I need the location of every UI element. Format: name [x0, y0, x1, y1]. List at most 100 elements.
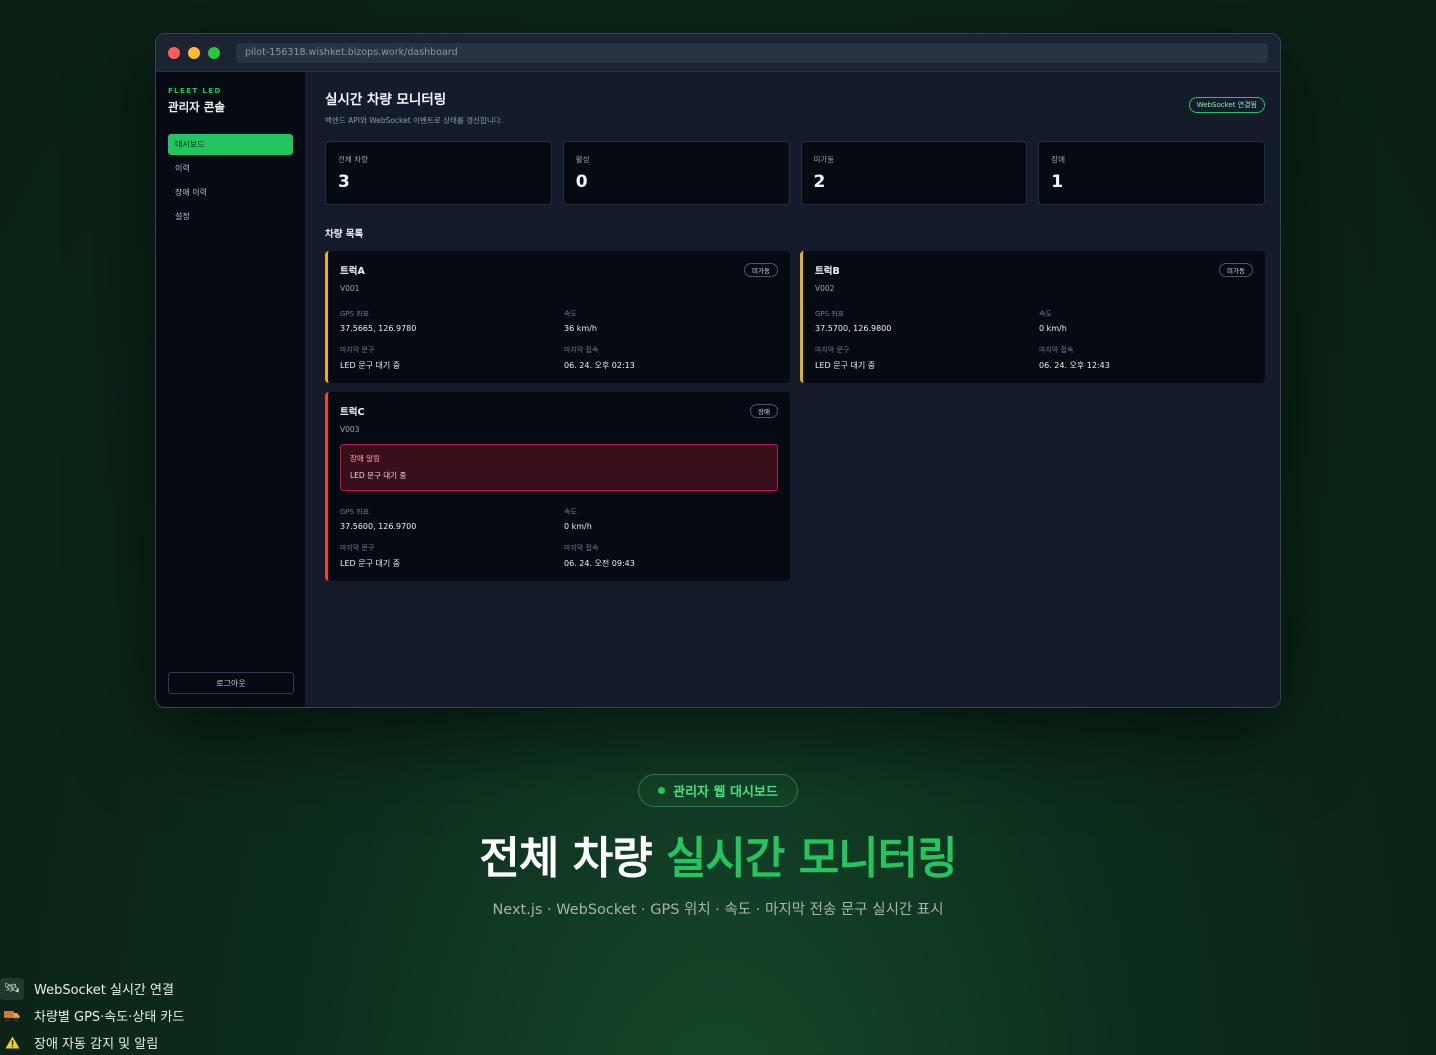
vehicle-fields: GPS 좌표 37.5700, 126.9800 속도 0 km/h 마지막 문… [815, 309, 1253, 371]
gps-field: GPS 좌표 37.5700, 126.9800 [815, 309, 1039, 333]
feature-list: 🛰 WebSocket 실시간 연결 차량별 GPS·속도·상태 카드 장애 자… [0, 975, 184, 1055]
stat-card-fault: 장애 1 [1038, 141, 1265, 205]
stat-value: 3 [338, 172, 350, 192]
last-access-label: 마지막 접속 [1039, 346, 1074, 354]
gps-value: 37.5600, 126.9700 [340, 522, 417, 531]
vehicle-card[interactable]: 트럭A V001 미가동 GPS 좌표 37.5665, 126.9780 속도… [325, 251, 790, 383]
truck-icon [0, 1005, 24, 1027]
gps-value: 37.5700, 126.9800 [815, 324, 892, 333]
last-access-value: 06. 24. 오후 02:13 [564, 361, 635, 370]
websocket-status-badge: WebSocket 연결됨 [1188, 97, 1265, 113]
address-bar[interactable]: pilot-156318.wishket.bizops.work/dashboa… [236, 42, 1268, 63]
last-message-field: 마지막 문구 LED 문구 대기 중 [815, 345, 1039, 371]
vehicle-list-title: 차량 목록 [325, 229, 364, 240]
status-dot-icon [658, 787, 666, 794]
stat-value: 2 [813, 172, 826, 192]
stat-label: 장애 [1051, 155, 1066, 164]
stat-value: 1 [1051, 172, 1064, 192]
brand-subtitle: FLEET LED [168, 87, 222, 95]
gps-label: GPS 좌표 [340, 508, 370, 516]
speed-value: 0 km/h [564, 522, 592, 531]
last-message-value: LED 문구 대기 중 [815, 361, 876, 370]
stat-value: 0 [575, 172, 588, 192]
last-access-label: 마지막 접속 [564, 544, 599, 552]
minimize-window-button[interactable] [188, 46, 200, 59]
gps-label: GPS 좌표 [815, 310, 845, 318]
feature-item: 장애 자동 감지 및 알림 [0, 1029, 184, 1055]
stat-card-inactive: 미가동 2 [800, 141, 1028, 205]
last-message-value: LED 문구 대기 중 [340, 361, 401, 370]
last-access-field: 마지막 접속 06. 24. 오전 09:43 [564, 543, 778, 569]
speed-value: 36 km/h [564, 324, 597, 333]
sidebar-item-fault-history[interactable]: 장애 이력 [168, 182, 293, 203]
feature-text: WebSocket 실시간 연결 [34, 983, 174, 998]
sidebar-nav: 대시보드 이력 장애 이력 설정 [168, 134, 293, 227]
vehicle-id: V002 [815, 284, 835, 293]
warning-icon [0, 1032, 24, 1054]
stat-card-active: 활성 0 [562, 141, 790, 205]
gps-field: GPS 좌표 37.5600, 126.9700 [340, 507, 564, 531]
last-access-field: 마지막 접속 06. 24. 오후 12:43 [1039, 345, 1253, 371]
sidebar: FLEET LED 관리자 콘솔 대시보드 이력 장애 이력 설정 로그아웃 [156, 72, 305, 707]
hero-pill-label: 관리자 웹 대시보드 [673, 785, 778, 800]
stat-label: 전체 차량 [338, 155, 368, 164]
stat-card-total: 전체 차량 3 [325, 141, 552, 205]
vehicle-card[interactable]: 트럭B V002 미가동 GPS 좌표 37.5700, 126.9800 속도… [800, 251, 1265, 383]
stat-label: 미가동 [813, 155, 835, 164]
last-message-field: 마지막 문구 LED 문구 대기 중 [340, 345, 564, 371]
speed-value: 0 km/h [1039, 324, 1067, 333]
speed-field: 속도 36 km/h [564, 309, 778, 333]
speed-field: 속도 0 km/h [564, 507, 778, 531]
feature-item: 🛰 WebSocket 실시간 연결 [0, 975, 184, 1002]
feature-text: 차량별 GPS·속도·상태 카드 [34, 1010, 185, 1025]
sidebar-item-history[interactable]: 이력 [168, 158, 293, 179]
sidebar-item-settings[interactable]: 설정 [168, 206, 293, 227]
vehicle-fields: GPS 좌표 37.5665, 126.9780 속도 36 km/h 마지막 … [340, 309, 778, 371]
last-message-field: 마지막 문구 LED 문구 대기 중 [340, 543, 564, 569]
vehicle-status-badge: 미가동 [744, 263, 778, 277]
vehicle-card-grid: 트럭A V001 미가동 GPS 좌표 37.5665, 126.9780 속도… [325, 251, 1265, 581]
hero-title-white: 전체 차량 [479, 833, 666, 884]
last-message-label: 마지막 문구 [340, 346, 375, 354]
fault-alert-title: 장애 알림 [350, 454, 380, 463]
vehicle-name: 트럭B [815, 266, 840, 277]
hero-subtitle: Next.js · WebSocket · GPS 위치 · 속도 · 마지막 … [492, 902, 944, 918]
main-content: 실시간 차량 모니터링 백엔드 API와 WebSocket 이벤트로 상태를 … [305, 72, 1280, 707]
vehicle-name: 트럭A [340, 266, 365, 277]
maximize-window-button[interactable] [208, 46, 220, 59]
page-subtitle: 백엔드 API와 WebSocket 이벤트로 상태를 갱신합니다. [325, 116, 504, 125]
speed-label: 속도 [564, 310, 577, 318]
last-access-field: 마지막 접속 06. 24. 오후 02:13 [564, 345, 778, 371]
speed-label: 속도 [564, 508, 577, 516]
gps-value: 37.5665, 126.9780 [340, 324, 417, 333]
sidebar-item-dashboard[interactable]: 대시보드 [168, 134, 293, 155]
last-message-label: 마지막 문구 [815, 346, 850, 354]
stat-label: 활성 [575, 155, 590, 164]
hero-title-green: 실시간 모니터링 [665, 833, 958, 884]
vehicle-name: 트럭C [340, 407, 365, 418]
feature-text: 장애 자동 감지 및 알림 [34, 1037, 159, 1052]
close-window-button[interactable] [168, 46, 180, 59]
speed-field: 속도 0 km/h [1039, 309, 1253, 333]
browser-window: pilot-156318.wishket.bizops.work/dashboa… [155, 33, 1281, 708]
vehicle-fields: GPS 좌표 37.5600, 126.9700 속도 0 km/h 마지막 문… [340, 507, 778, 569]
feature-item: 차량별 GPS·속도·상태 카드 [0, 1002, 184, 1029]
logout-button[interactable]: 로그아웃 [168, 672, 294, 694]
browser-titlebar: pilot-156318.wishket.bizops.work/dashboa… [156, 34, 1280, 72]
vehicle-status-badge: 미가동 [1219, 263, 1253, 277]
fault-alert-message: LED 문구 대기 중 [350, 471, 407, 480]
satellite-icon: 🛰 [0, 977, 24, 1000]
speed-label: 속도 [1039, 310, 1052, 318]
vehicle-id: V003 [340, 425, 360, 434]
vehicle-card[interactable]: 트럭C V003 장애 장애 알림 LED 문구 대기 중 GPS 좌표 37.… [325, 392, 790, 581]
gps-label: GPS 좌표 [340, 310, 370, 318]
last-access-value: 06. 24. 오후 12:43 [1039, 361, 1110, 370]
page-title: 실시간 차량 모니터링 [325, 92, 447, 108]
gps-field: GPS 좌표 37.5665, 126.9780 [340, 309, 564, 333]
vehicle-status-badge: 장애 [750, 404, 778, 418]
last-access-label: 마지막 접속 [564, 346, 599, 354]
hero-pill: 관리자 웹 대시보드 [638, 774, 798, 807]
last-message-value: LED 문구 대기 중 [340, 559, 401, 568]
hero-title: 전체 차량 실시간 모니터링 [0, 822, 1436, 886]
last-access-value: 06. 24. 오전 09:43 [564, 559, 635, 568]
